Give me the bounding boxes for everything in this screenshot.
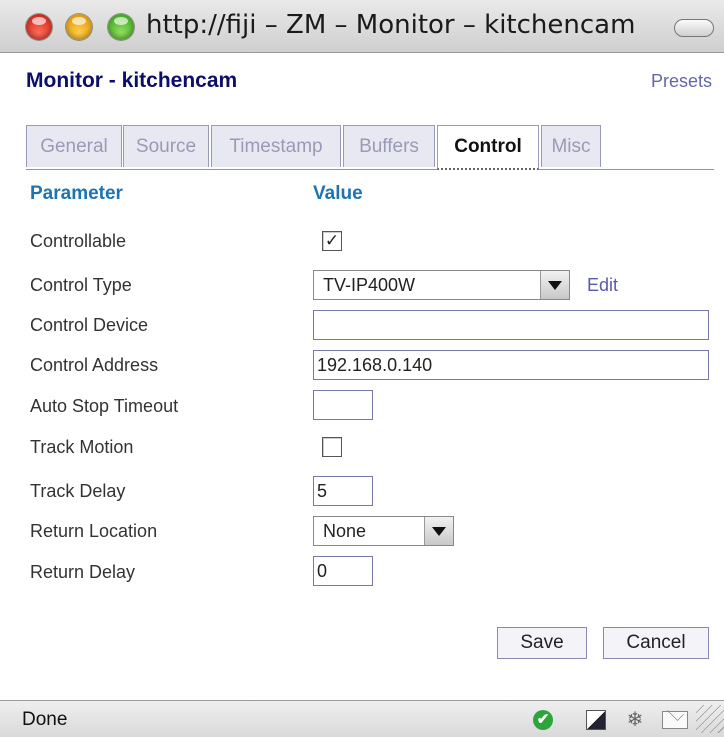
return-location-value: None <box>323 521 367 541</box>
status-bar: Done ✔ ❄ <box>0 700 724 737</box>
return-location-select[interactable]: None <box>313 516 454 546</box>
track-motion-label: Track Motion <box>30 437 134 457</box>
controllable-checkbox[interactable]: ✓ <box>322 231 342 251</box>
control-address-label: Control Address <box>30 355 159 375</box>
minimize-window-button[interactable] <box>66 14 92 40</box>
save-button[interactable]: Save <box>497 627 587 659</box>
control-address-input[interactable]: 192.168.0.140 <box>313 350 709 380</box>
parameter-column-header: Parameter <box>30 183 123 204</box>
chevron-down-icon <box>424 517 453 545</box>
squares-icon[interactable] <box>586 710 606 730</box>
return-delay-input[interactable]: 0 <box>313 556 373 586</box>
control-type-value: TV-IP400W <box>323 275 416 295</box>
track-delay-label: Track Delay <box>30 481 126 501</box>
resize-grip-icon[interactable] <box>696 705 724 733</box>
tab-control[interactable]: Control <box>437 125 539 170</box>
chevron-down-icon <box>540 271 569 299</box>
close-window-button[interactable] <box>26 14 52 40</box>
control-device-input[interactable] <box>313 310 709 340</box>
control-type-select[interactable]: TV-IP400W <box>313 270 570 300</box>
mail-icon[interactable] <box>662 711 688 729</box>
tab-general[interactable]: General <box>26 125 122 167</box>
page-title: Monitor - kitchencam <box>26 69 238 92</box>
cancel-button[interactable]: Cancel <box>603 627 709 659</box>
tab-source[interactable]: Source <box>123 125 209 167</box>
window-title: http://fiji – ZM – Monitor – kitchencam <box>146 10 636 40</box>
presets-link[interactable]: Presets <box>651 71 712 92</box>
controllable-label: Controllable <box>30 231 127 251</box>
window-title-bar: http://fiji – ZM – Monitor – kitchencam <box>0 0 724 53</box>
edit-control-type-link[interactable]: Edit <box>587 275 618 296</box>
snowflake-icon[interactable]: ❄ <box>625 710 645 730</box>
track-motion-checkbox[interactable] <box>322 437 342 457</box>
auto-stop-timeout-label: Auto Stop Timeout <box>30 396 179 416</box>
tab-buffers[interactable]: Buffers <box>343 125 435 167</box>
return-location-label: Return Location <box>30 521 158 541</box>
auto-stop-timeout-input[interactable] <box>313 390 373 420</box>
return-delay-label: Return Delay <box>30 562 136 582</box>
tab-misc[interactable]: Misc <box>541 125 601 167</box>
tab-bar: General Source Timestamp Buffers Control… <box>26 125 714 170</box>
value-column-header: Value <box>313 183 363 204</box>
tab-timestamp[interactable]: Timestamp <box>211 125 341 167</box>
control-type-label: Control Type <box>30 275 132 295</box>
status-text: Done <box>22 709 68 730</box>
track-delay-input[interactable]: 5 <box>313 476 373 506</box>
control-device-label: Control Device <box>30 315 149 335</box>
check-icon: ✔ <box>533 710 553 730</box>
zoom-window-button[interactable] <box>108 14 134 40</box>
toolbar-toggle-button[interactable] <box>674 19 714 37</box>
